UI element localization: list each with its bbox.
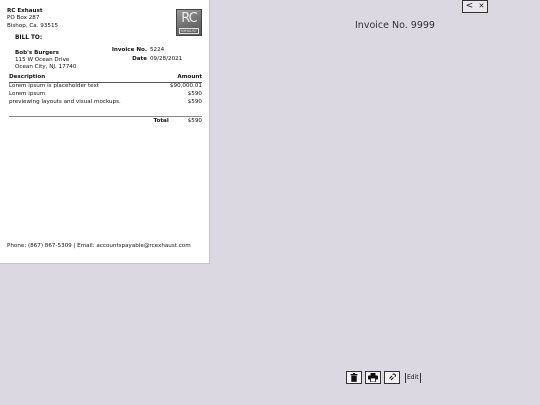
invoice-meta: Invoice No. 5224 Date 09/28/2021 bbox=[100, 46, 186, 63]
total-label: Total bbox=[153, 118, 169, 124]
contact-footer: Phone: (867) 867-5309 | Email: accountsp… bbox=[7, 243, 191, 249]
line-items-table: Description Amount Lorem ipsum is placeh… bbox=[9, 74, 202, 106]
table-row: previewing layouts and visual mockups. $… bbox=[9, 99, 202, 107]
company-address-line1: PO Box 287 bbox=[7, 15, 40, 22]
nav-controls: < ✕ bbox=[462, 0, 488, 13]
table-row: Lorem ipsum is placeholder text $90,000.… bbox=[9, 83, 202, 91]
invoice-date-label: Date bbox=[132, 55, 147, 62]
row-description: Lorem ipsum is placeholder text bbox=[9, 83, 100, 89]
total-value: $590 bbox=[187, 118, 202, 124]
company-block: RC Exhaust PO Box 287 Bishop, Ca. 93515 bbox=[7, 8, 58, 30]
row-description: Lorem ipsum bbox=[9, 90, 46, 97]
logo-mark: RC bbox=[181, 11, 197, 26]
link-button[interactable] bbox=[384, 371, 400, 384]
close-icon[interactable]: ✕ bbox=[478, 2, 484, 11]
customer-city: Ocean City, NJ. 17740 bbox=[15, 64, 77, 70]
row-amount: $590 bbox=[187, 90, 202, 97]
link-icon bbox=[388, 373, 396, 381]
invoice-date-value: 09/28/2021 bbox=[150, 55, 183, 62]
row-amount: $90,000.01 bbox=[169, 83, 202, 89]
printer-icon bbox=[368, 373, 378, 382]
logo-subtext: EXHAUST bbox=[179, 28, 199, 34]
invoice-number-value: 5224 bbox=[150, 47, 165, 53]
delete-button[interactable] bbox=[346, 371, 362, 384]
trash-icon bbox=[350, 373, 358, 382]
customer-block: Bob's Burgers 115 W Ocean Drive Ocean Ci… bbox=[15, 50, 76, 71]
table-header: Description Amount bbox=[9, 74, 202, 83]
bill-to-heading: BILL TO: bbox=[15, 35, 43, 41]
row-amount: $590 bbox=[187, 98, 202, 105]
column-header-amount: Amount bbox=[177, 74, 202, 80]
customer-street: 115 W Ocean Drive bbox=[15, 57, 70, 63]
invoice-number-row: Invoice No. 5224 bbox=[100, 46, 186, 55]
edit-button[interactable]: Edit bbox=[405, 372, 421, 383]
chevron-left-icon[interactable]: < bbox=[466, 2, 474, 11]
company-name: RC Exhaust bbox=[7, 8, 43, 14]
company-logo: RC EXHAUST bbox=[176, 9, 202, 36]
print-button[interactable] bbox=[365, 371, 381, 384]
invoice-number-label: Invoice No. bbox=[111, 47, 147, 53]
customer-name: Bob's Burgers bbox=[15, 50, 59, 56]
invoice-date-row: Date 09/28/2021 bbox=[100, 55, 186, 64]
document-toolbar: Edit bbox=[346, 371, 421, 384]
company-address-line2: Bishop, Ca. 93515 bbox=[7, 22, 59, 29]
table-row: Lorem ipsum $590 bbox=[9, 91, 202, 99]
column-header-description: Description bbox=[9, 74, 46, 80]
invoice-document: RC Exhaust PO Box 287 Bishop, Ca. 93515 … bbox=[0, 0, 210, 264]
row-description: previewing layouts and visual mockups. bbox=[9, 98, 121, 105]
viewer-title: Invoice No. 9999 bbox=[355, 20, 435, 31]
total-row: Total $590 bbox=[9, 117, 202, 125]
